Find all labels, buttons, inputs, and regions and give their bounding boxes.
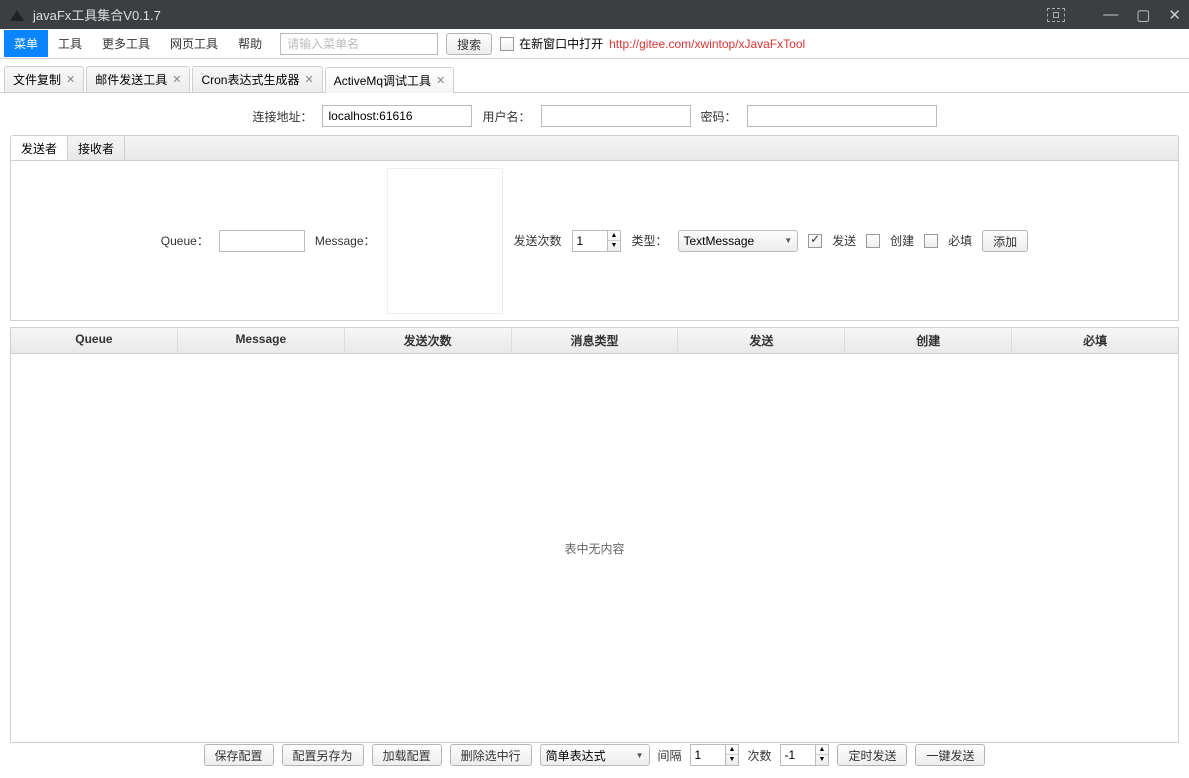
saveas-config-button[interactable]: 配置另存为 xyxy=(282,744,364,766)
window-title: javaFx工具集合V0.1.7 xyxy=(33,5,1047,24)
sender-receiver-tabs: 发送者 接收者 xyxy=(10,135,1179,161)
spinner-up-icon[interactable]: ▲ xyxy=(816,745,829,755)
tab-filecopy[interactable]: 文件复制✕ xyxy=(4,66,84,92)
spinner-up-icon[interactable]: ▲ xyxy=(608,231,621,241)
onekey-send-button[interactable]: 一键发送 xyxy=(915,744,985,766)
queue-input[interactable] xyxy=(219,230,305,252)
newwindow-checkbox[interactable] xyxy=(500,37,514,51)
close-icon[interactable]: ✕ xyxy=(304,73,313,86)
address-label: 连接地址： xyxy=(252,108,312,125)
close-icon[interactable]: ✕ xyxy=(172,73,181,86)
close-icon[interactable]: ✕ xyxy=(436,74,445,87)
menu-search-input[interactable] xyxy=(280,33,438,55)
fullscreen-icon[interactable] xyxy=(1047,8,1065,22)
sendcount-spinner[interactable]: ▲▼ xyxy=(572,230,622,252)
th-required[interactable]: 必填 xyxy=(1012,328,1178,353)
project-link[interactable]: http://gitee.com/xwintop/xJavaFxTool xyxy=(609,37,805,51)
menu-webtools[interactable]: 网页工具 xyxy=(160,30,228,57)
footer-toolbar: 保存配置 配置另存为 加载配置 删除选中行 简单表达式 ▼ 间隔 ▲▼ 次数 ▲… xyxy=(0,738,1189,772)
address-input[interactable] xyxy=(322,105,472,127)
tab-mail[interactable]: 邮件发送工具✕ xyxy=(86,66,190,92)
create-label: 创建 xyxy=(890,232,914,249)
send-form: Queue： Message： 发送次数 ▲▼ 类型： TextMessage … xyxy=(10,161,1179,321)
password-input[interactable] xyxy=(747,105,937,127)
connection-row: 连接地址： 用户名： 密码： xyxy=(10,101,1179,135)
sendcount-label: 发送次数 xyxy=(514,232,562,249)
load-config-button[interactable]: 加载配置 xyxy=(372,744,442,766)
type-select[interactable]: TextMessage ▼ xyxy=(678,230,799,252)
tab-receiver[interactable]: 接收者 xyxy=(68,136,125,160)
timed-send-button[interactable]: 定时发送 xyxy=(837,744,907,766)
chevron-down-icon: ▼ xyxy=(784,236,792,245)
tab-cron[interactable]: Cron表达式生成器✕ xyxy=(192,66,322,92)
type-label: 类型： xyxy=(631,232,667,249)
menu-help[interactable]: 帮助 xyxy=(228,30,272,57)
required-label: 必填 xyxy=(948,232,972,249)
count-spinner[interactable]: ▲▼ xyxy=(780,744,830,766)
interval-spinner[interactable]: ▲▼ xyxy=(690,744,740,766)
password-label: 密码： xyxy=(701,108,737,125)
th-queue[interactable]: Queue xyxy=(11,328,178,353)
save-config-button[interactable]: 保存配置 xyxy=(204,744,274,766)
tab-activemq[interactable]: ActiveMq调试工具✕ xyxy=(325,67,455,93)
maximize-button[interactable]: ▢ xyxy=(1132,6,1154,24)
message-textarea[interactable] xyxy=(386,167,504,315)
message-label: Message： xyxy=(315,232,376,249)
document-tabs: 文件复制✕ 邮件发送工具✕ Cron表达式生成器✕ ActiveMq调试工具✕ xyxy=(0,65,1189,93)
th-sendcount[interactable]: 发送次数 xyxy=(345,328,512,353)
create-checkbox[interactable] xyxy=(866,234,880,248)
menu-caidan[interactable]: 菜单 xyxy=(4,30,48,57)
menu-tools[interactable]: 工具 xyxy=(48,30,92,57)
th-create[interactable]: 创建 xyxy=(845,328,1012,353)
th-send[interactable]: 发送 xyxy=(678,328,845,353)
minimize-button[interactable]: — xyxy=(1099,6,1122,23)
username-input[interactable] xyxy=(541,105,691,127)
app-icon xyxy=(8,7,26,23)
table-empty: 表中无内容 xyxy=(11,354,1178,742)
th-message[interactable]: Message xyxy=(178,328,345,353)
tab-sender[interactable]: 发送者 xyxy=(11,136,68,160)
close-button[interactable]: ✕ xyxy=(1164,6,1185,24)
close-icon[interactable]: ✕ xyxy=(66,73,75,86)
username-label: 用户名： xyxy=(482,108,530,125)
menubar: 菜单 工具 更多工具 网页工具 帮助 搜索 在新窗口中打开 http://git… xyxy=(0,29,1189,59)
queue-label: Queue： xyxy=(161,232,209,249)
delete-row-button[interactable]: 删除选中行 xyxy=(450,744,532,766)
add-button[interactable]: 添加 xyxy=(982,230,1028,252)
send-label: 发送 xyxy=(832,232,856,249)
spinner-up-icon[interactable]: ▲ xyxy=(726,745,739,755)
th-msgtype[interactable]: 消息类型 xyxy=(512,328,679,353)
spinner-down-icon[interactable]: ▼ xyxy=(816,755,829,765)
send-checkbox[interactable] xyxy=(808,234,822,248)
spinner-down-icon[interactable]: ▼ xyxy=(608,241,621,251)
interval-label: 间隔 xyxy=(658,747,682,764)
expression-select[interactable]: 简单表达式 ▼ xyxy=(540,744,650,766)
menu-moretools[interactable]: 更多工具 xyxy=(92,30,160,57)
message-table: Queue Message 发送次数 消息类型 发送 创建 必填 表中无内容 xyxy=(10,327,1179,743)
search-button[interactable]: 搜索 xyxy=(446,33,492,55)
chevron-down-icon: ▼ xyxy=(636,751,644,760)
spinner-down-icon[interactable]: ▼ xyxy=(726,755,739,765)
count-label: 次数 xyxy=(747,747,771,764)
titlebar: javaFx工具集合V0.1.7 — ▢ ✕ xyxy=(0,0,1189,29)
required-checkbox[interactable] xyxy=(924,234,938,248)
newwindow-label: 在新窗口中打开 xyxy=(519,35,603,52)
